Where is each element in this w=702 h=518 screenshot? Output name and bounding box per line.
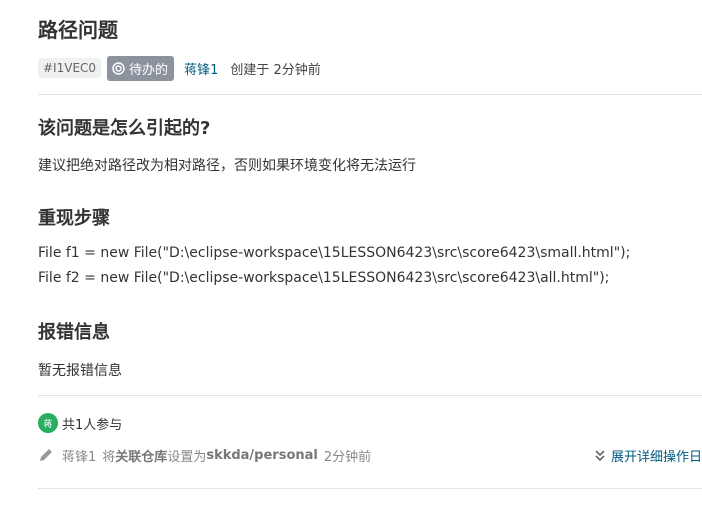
- divider: [38, 94, 702, 95]
- activity-set: 设置为: [167, 449, 207, 465]
- status-label: 待办的: [129, 62, 169, 78]
- issue-meta: #I1VEC0 待办的 蒋锋1 创建于 2分钟前: [38, 55, 321, 81]
- cause-heading: 该问题是怎么引起的?: [38, 118, 211, 139]
- author-link[interactable]: 蒋锋1: [184, 59, 218, 78]
- divider: [38, 488, 702, 489]
- activity-item: 蒋锋1 将 关联仓库 设置为 skkda/personal 2分钟前 展开详细操…: [38, 446, 702, 465]
- error-heading: 报错信息: [38, 322, 110, 343]
- avatar[interactable]: 蒋: [38, 413, 58, 433]
- activity-action: 将: [102, 449, 116, 465]
- steps-line-2: File f2 = new File("D:\eclipse-workspace…: [38, 270, 610, 286]
- participants: 蒋 共1人参与: [38, 413, 122, 433]
- steps-line-1: File f1 = new File("D:\eclipse-workspace…: [38, 245, 631, 261]
- cause-text: 建议把绝对路径改为相对路径，否则如果环境变化将无法运行: [38, 158, 416, 174]
- edit-pencil-icon: [40, 449, 52, 461]
- error-text: 暂无报错信息: [38, 363, 122, 379]
- status-badge[interactable]: 待办的: [107, 55, 175, 81]
- expand-log-button[interactable]: 展开详细操作日: [595, 446, 702, 465]
- participants-count: 共1人参与: [62, 417, 123, 433]
- issue-title: 路径问题: [38, 18, 118, 42]
- activity-value: skkda/personal: [206, 447, 318, 463]
- steps-heading: 重现步骤: [38, 208, 110, 229]
- double-chevron-down-icon: [595, 449, 605, 461]
- state-circle-icon: [112, 61, 125, 75]
- activity-user[interactable]: 蒋锋1: [62, 446, 96, 465]
- activity-field: 关联仓库: [115, 449, 168, 465]
- activity-time: 2分钟前: [323, 449, 372, 465]
- expand-log-label: 展开详细操作日: [610, 450, 702, 465]
- issue-id[interactable]: #I1VEC0: [38, 58, 102, 78]
- created-time: 创建于 2分钟前: [230, 62, 321, 78]
- divider: [38, 395, 702, 396]
